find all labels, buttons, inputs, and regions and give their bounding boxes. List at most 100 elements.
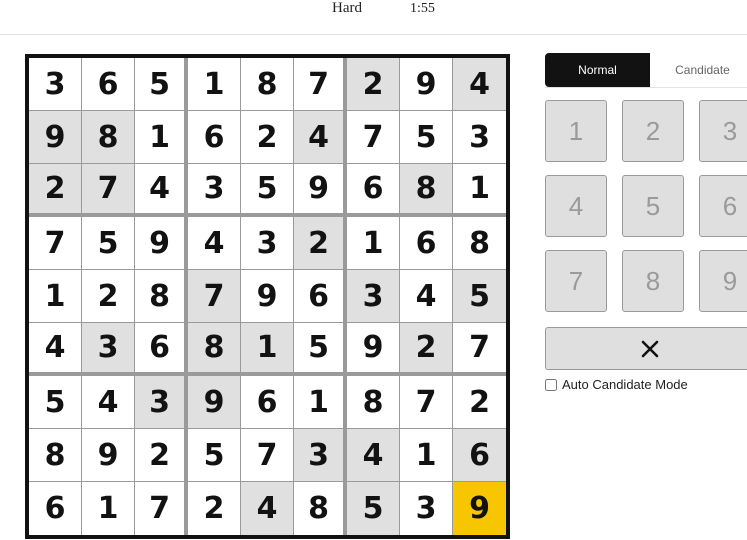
board-cell[interactable]: 3 (347, 270, 400, 323)
board-cell[interactable]: 5 (453, 270, 506, 323)
board-cell[interactable]: 7 (241, 429, 294, 482)
board-cell[interactable]: 3 (82, 323, 135, 376)
board-cell[interactable]: 3 (188, 164, 241, 217)
board-cell[interactable]: 5 (294, 323, 347, 376)
timer: 1:55 (410, 1, 435, 16)
board-cell[interactable]: 9 (188, 376, 241, 429)
board-cell[interactable]: 1 (135, 111, 188, 164)
board-cell[interactable]: 7 (294, 58, 347, 111)
board-cell[interactable]: 5 (135, 58, 188, 111)
board-cell[interactable]: 5 (82, 217, 135, 270)
board-cell[interactable]: 6 (29, 482, 82, 535)
board-cell[interactable]: 3 (135, 376, 188, 429)
board-cell[interactable]: 8 (29, 429, 82, 482)
board-cell[interactable]: 6 (241, 376, 294, 429)
board-cell[interactable]: 1 (188, 58, 241, 111)
board-cell[interactable]: 4 (347, 429, 400, 482)
number-key-3[interactable]: 3 (699, 100, 747, 162)
candidate-mode-button[interactable]: Candidate (650, 53, 747, 87)
board-cell[interactable]: 7 (400, 376, 453, 429)
board-cell[interactable]: 5 (29, 376, 82, 429)
number-key-9[interactable]: 9 (699, 250, 747, 312)
board-cell[interactable]: 3 (453, 111, 506, 164)
board-cell[interactable]: 6 (400, 217, 453, 270)
board-cell[interactable]: 4 (188, 217, 241, 270)
board-cell[interactable]: 5 (241, 164, 294, 217)
board-cell[interactable]: 4 (29, 323, 82, 376)
board-cell[interactable]: 5 (400, 111, 453, 164)
number-key-2[interactable]: 2 (622, 100, 684, 162)
close-icon (641, 340, 659, 357)
board-cell[interactable]: 4 (453, 58, 506, 111)
board-cell[interactable]: 1 (241, 323, 294, 376)
board-cell[interactable]: 8 (82, 111, 135, 164)
board-cell[interactable]: 8 (453, 217, 506, 270)
board-cell[interactable]: 6 (188, 111, 241, 164)
board-cell[interactable]: 9 (453, 482, 506, 535)
board-cell[interactable]: 2 (241, 111, 294, 164)
board-cell[interactable]: 8 (347, 376, 400, 429)
board-cell[interactable]: 3 (241, 217, 294, 270)
number-key-7[interactable]: 7 (545, 250, 607, 312)
board-cell[interactable]: 8 (294, 482, 347, 535)
board-cell[interactable]: 7 (29, 217, 82, 270)
board-cell[interactable]: 4 (400, 270, 453, 323)
board-cell[interactable]: 9 (82, 429, 135, 482)
board-cell[interactable]: 5 (188, 429, 241, 482)
board-cell[interactable]: 9 (29, 111, 82, 164)
board-cell[interactable]: 6 (294, 270, 347, 323)
board-cell[interactable]: 2 (294, 217, 347, 270)
board-cell[interactable]: 5 (347, 482, 400, 535)
board-cell[interactable]: 1 (453, 164, 506, 217)
board-cell[interactable]: 6 (135, 323, 188, 376)
board-cell[interactable]: 6 (347, 164, 400, 217)
board-cell[interactable]: 1 (294, 376, 347, 429)
board-cell[interactable]: 8 (135, 270, 188, 323)
board-cell[interactable]: 7 (188, 270, 241, 323)
board-cell[interactable]: 2 (82, 270, 135, 323)
top-bar: Hard 1:55 (0, 0, 747, 35)
board-cell[interactable]: 7 (347, 111, 400, 164)
board-cell[interactable]: 9 (347, 323, 400, 376)
number-key-4[interactable]: 4 (545, 175, 607, 237)
board-cell[interactable]: 8 (400, 164, 453, 217)
board-cell[interactable]: 7 (135, 482, 188, 535)
board-cell[interactable]: 6 (82, 58, 135, 111)
board-cell[interactable]: 8 (188, 323, 241, 376)
board-cell[interactable]: 9 (135, 217, 188, 270)
board-cell[interactable]: 7 (82, 164, 135, 217)
board-cell[interactable]: 1 (82, 482, 135, 535)
board-cell[interactable]: 9 (294, 164, 347, 217)
board-cell[interactable]: 4 (82, 376, 135, 429)
board-cell[interactable]: 4 (135, 164, 188, 217)
board-cell[interactable]: 2 (135, 429, 188, 482)
board-cell[interactable]: 2 (453, 376, 506, 429)
auto-candidate-toggle[interactable]: Auto Candidate Mode (545, 377, 688, 392)
board-cell[interactable]: 9 (241, 270, 294, 323)
board-cell[interactable]: 6 (453, 429, 506, 482)
auto-candidate-label: Auto Candidate Mode (562, 377, 688, 392)
board-cell[interactable]: 2 (29, 164, 82, 217)
board-cell[interactable]: 2 (347, 58, 400, 111)
board-cell[interactable]: 9 (400, 58, 453, 111)
board-cell[interactable]: 2 (400, 323, 453, 376)
number-key-1[interactable]: 1 (545, 100, 607, 162)
normal-mode-button[interactable]: Normal (545, 53, 650, 87)
board-cell[interactable]: 3 (294, 429, 347, 482)
board-cell[interactable]: 1 (347, 217, 400, 270)
board-cell[interactable]: 1 (400, 429, 453, 482)
auto-candidate-checkbox[interactable] (545, 378, 557, 391)
board-cell[interactable]: 8 (241, 58, 294, 111)
board-cell[interactable]: 2 (188, 482, 241, 535)
board-cell[interactable]: 4 (241, 482, 294, 535)
number-key-5[interactable]: 5 (622, 175, 684, 237)
board-cell[interactable]: 4 (294, 111, 347, 164)
board-cell[interactable]: 7 (453, 323, 506, 376)
difficulty-label: Hard (332, 0, 362, 16)
number-key-6[interactable]: 6 (699, 175, 747, 237)
number-key-8[interactable]: 8 (622, 250, 684, 312)
board-cell[interactable]: 3 (29, 58, 82, 111)
clear-button[interactable] (545, 327, 747, 370)
board-cell[interactable]: 3 (400, 482, 453, 535)
board-cell[interactable]: 1 (29, 270, 82, 323)
